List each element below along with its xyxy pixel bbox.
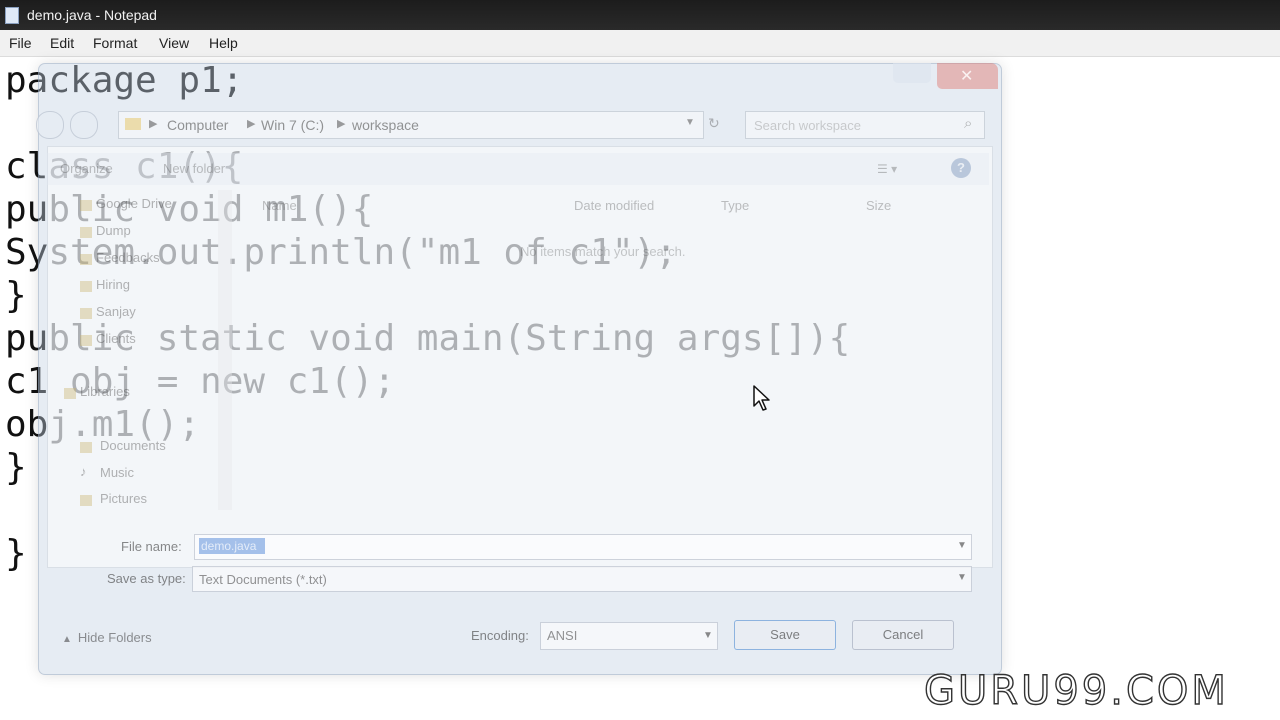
documents-icon — [80, 442, 92, 453]
nav-item-music[interactable]: Music — [100, 465, 134, 480]
library-icon — [64, 388, 76, 399]
breadcrumb-workspace[interactable]: workspace — [352, 117, 419, 133]
nav-item-dump[interactable]: Dump — [96, 223, 131, 238]
hide-folders-toggle[interactable]: ▲ Hide Folders — [62, 630, 152, 645]
dialog-maximize-button[interactable] — [893, 63, 931, 83]
nav-item-documents[interactable]: Documents — [100, 438, 166, 453]
nav-item-sanjay[interactable]: Sanjay — [96, 304, 136, 319]
forward-button[interactable] — [70, 111, 98, 139]
file-name-label: File name: — [121, 539, 182, 554]
column-type[interactable]: Type — [721, 198, 749, 213]
menu-file[interactable]: File — [9, 35, 32, 51]
nav-scrollbar[interactable] — [218, 190, 232, 510]
file-name-value: demo.java — [199, 538, 265, 554]
navigation-pane — [47, 185, 232, 515]
folder-icon — [80, 227, 92, 238]
code-line: } — [5, 447, 27, 488]
encoding-select[interactable]: ANSI ▼ — [540, 622, 718, 650]
menu-edit[interactable]: Edit — [50, 35, 74, 51]
folder-icon — [125, 118, 141, 130]
folder-icon — [80, 200, 92, 211]
folder-icon — [80, 281, 92, 292]
file-name-input[interactable]: demo.java ▼ — [194, 534, 972, 560]
nav-item-clients[interactable]: Clients — [96, 331, 136, 346]
window-title: demo.java - Notepad — [27, 7, 157, 23]
chevron-down-icon[interactable]: ▼ — [685, 117, 695, 128]
breadcrumb-drive[interactable]: Win 7 (C:) — [261, 117, 324, 133]
encoding-label: Encoding: — [471, 628, 529, 643]
chevron-right-icon: ▶ — [337, 118, 346, 130]
close-icon: ✕ — [960, 68, 974, 85]
music-icon: ♪ — [80, 464, 87, 479]
cancel-button[interactable]: Cancel — [852, 620, 954, 650]
pictures-icon — [80, 495, 92, 506]
save-type-value: Text Documents (*.txt) — [199, 572, 327, 587]
chevron-right-icon: ▶ — [247, 118, 256, 130]
search-input[interactable]: Search workspace ⌕ — [745, 111, 985, 139]
chevron-up-icon: ▲ — [62, 634, 72, 645]
nav-item-google-drive[interactable]: Google Drive — [96, 196, 172, 211]
code-line: } — [5, 533, 27, 574]
nav-item-feedbacks[interactable]: Feedbacks — [96, 250, 160, 265]
help-icon[interactable]: ? — [951, 158, 971, 178]
save-type-label: Save as type: — [107, 571, 186, 586]
notepad-icon — [5, 7, 19, 24]
search-icon: ⌕ — [964, 115, 973, 132]
new-folder-button[interactable]: New folder — [163, 161, 225, 176]
search-placeholder: Search workspace — [754, 118, 861, 133]
nav-item-hiring[interactable]: Hiring — [96, 277, 130, 292]
title-bar: demo.java - Notepad — [0, 0, 1280, 30]
nav-item-pictures[interactable]: Pictures — [100, 491, 147, 506]
organize-button[interactable]: Organize — [60, 161, 113, 176]
folder-icon — [80, 308, 92, 319]
menu-help[interactable]: Help — [209, 35, 238, 51]
menu-format[interactable]: Format — [93, 35, 137, 51]
refresh-icon[interactable]: ↻ — [708, 115, 720, 132]
column-date-modified[interactable]: Date modified — [574, 198, 654, 213]
chevron-down-icon[interactable]: ▼ — [957, 540, 967, 551]
nav-item-libraries[interactable]: Libraries — [80, 384, 130, 399]
back-button[interactable] — [36, 111, 64, 139]
column-size[interactable]: Size — [866, 198, 891, 213]
menu-bar: File Edit Format View Help — [0, 30, 1280, 57]
save-type-select[interactable]: Text Documents (*.txt) ▼ — [192, 566, 972, 592]
breadcrumb-computer[interactable]: Computer — [167, 117, 228, 133]
save-button[interactable]: Save — [734, 620, 836, 650]
views-icon[interactable]: ☰ ▾ — [877, 162, 897, 176]
code-line: } — [5, 275, 27, 316]
address-bar[interactable]: ▶ Computer ▶ Win 7 (C:) ▶ workspace ▼ — [118, 111, 704, 139]
column-name[interactable]: Name — [262, 198, 297, 213]
chevron-down-icon[interactable]: ▼ — [703, 630, 713, 641]
dialog-close-button[interactable]: ✕ — [937, 63, 998, 89]
empty-message: No items match your search. — [520, 244, 686, 259]
chevron-right-icon: ▶ — [149, 118, 158, 130]
folder-icon — [80, 335, 92, 346]
mouse-cursor-icon — [753, 385, 770, 411]
hide-folders-label: Hide Folders — [77, 630, 152, 645]
folder-icon — [80, 254, 92, 265]
chevron-down-icon[interactable]: ▼ — [957, 572, 967, 583]
watermark-logo: GURU99.COM — [923, 667, 1229, 714]
encoding-value: ANSI — [547, 628, 578, 643]
menu-view[interactable]: View — [159, 35, 189, 51]
